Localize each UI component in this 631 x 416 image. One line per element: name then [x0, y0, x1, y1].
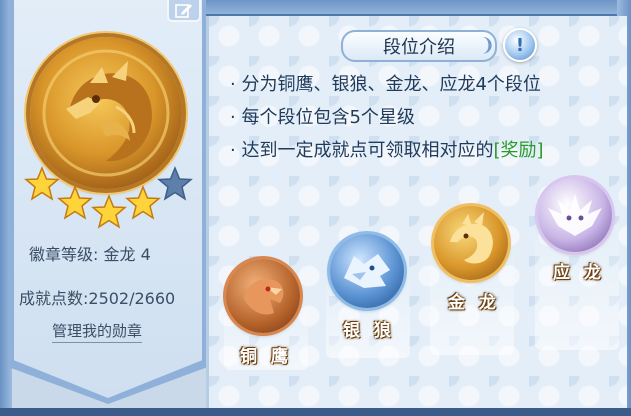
reward-link[interactable]: [奖励] — [493, 140, 543, 161]
star-filled-icon — [24, 166, 60, 202]
eagle-icon — [244, 279, 284, 315]
wolf-icon — [344, 254, 390, 288]
badge-level-text: 徽章等级: 金龙 4 — [29, 245, 151, 264]
tier-label-3: 金 龙 — [448, 293, 500, 313]
dragon-icon — [450, 212, 493, 264]
exclamation-icon: ! — [515, 34, 525, 56]
tier-medal-bronze-eagle[interactable] — [226, 259, 300, 333]
achievement-points-text: 成就点数:2502/2660 — [19, 289, 176, 308]
winged-dragon-icon — [548, 194, 602, 236]
edit-icon — [175, 4, 192, 18]
edit-button[interactable] — [167, 0, 201, 22]
intro-bullet-2: · 每个段位包含5个星级 — [230, 107, 415, 128]
star-empty-icon — [157, 166, 193, 202]
intro-bullet-3-text: · 达到一定成就点可领取相对应的 — [230, 140, 494, 161]
tier-medal-gold-dragon[interactable] — [434, 206, 508, 280]
intro-bullet-1: · 分为铜鹰、银狼、金龙、应龙4个段位 — [230, 74, 541, 95]
title-swirl-right-icon: ❩ — [480, 35, 496, 56]
rank-intro-title-text: 段位介绍 — [383, 37, 455, 58]
tier-label-1: 铜 鹰 — [240, 347, 292, 367]
window-bottom-frame — [0, 408, 631, 416]
star-filled-icon — [125, 185, 161, 221]
info-button[interactable]: ! — [503, 28, 537, 62]
rank-intro-title: 段位介绍 — [341, 30, 497, 62]
tier-label-4: 应 龙 — [553, 263, 605, 283]
star-filled-icon — [91, 194, 127, 230]
tier-medal-silver-wolf[interactable] — [330, 234, 404, 308]
tier-medal-winged-dragon[interactable] — [538, 178, 612, 252]
star-filled-icon — [57, 185, 93, 221]
tier-label-2: 银 狼 — [343, 321, 395, 341]
manage-badges-link[interactable]: 管理我的勋章 — [52, 320, 143, 343]
intro-bullet-3: · 达到一定成就点可领取相对应的[奖励] — [230, 136, 544, 162]
